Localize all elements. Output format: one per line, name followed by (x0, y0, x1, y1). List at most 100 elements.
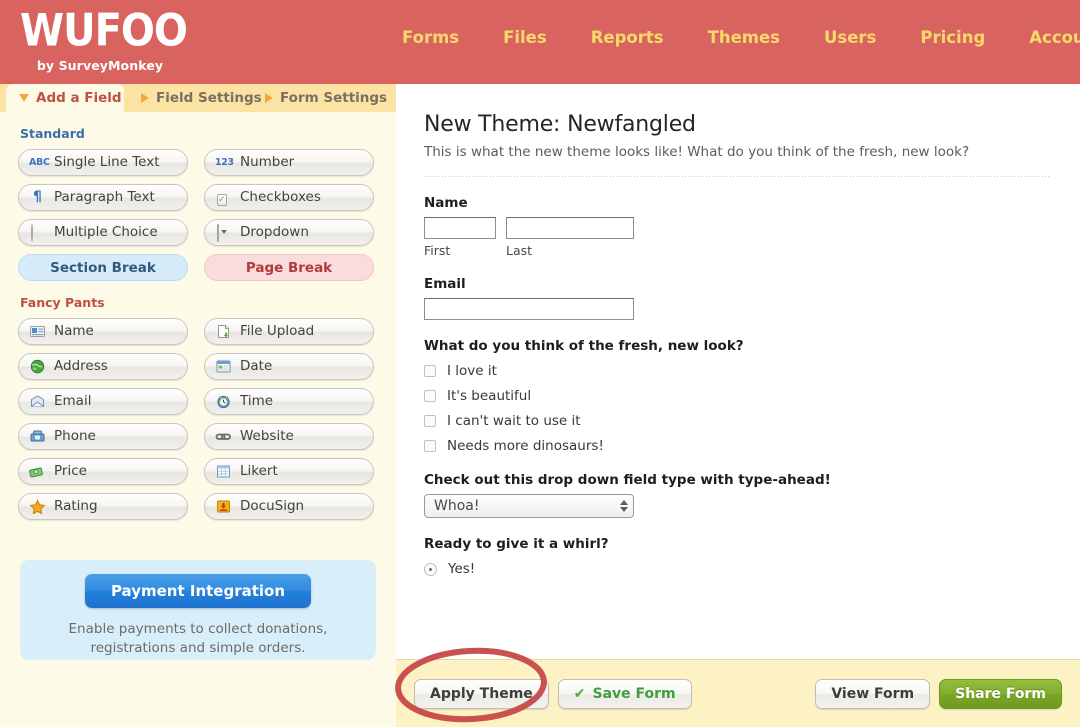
share-form-button[interactable]: Share Form (939, 678, 1062, 709)
nav-item-pricing[interactable]: Pricing (898, 28, 1007, 47)
wufoo-logo[interactable]: WUFOO by SurveyMonkey (20, 5, 188, 73)
field-button-likert[interactable]: Likert (204, 458, 374, 485)
field-button-time[interactable]: Time (204, 388, 374, 415)
field-button-multiple-choice[interactable]: Multiple Choice (18, 219, 188, 246)
star-icon (29, 499, 46, 515)
form-preview-area: New Theme: Newfangled This is what the n… (396, 84, 1080, 659)
typeahead-dropdown[interactable]: Whoa! (424, 494, 634, 518)
builder-tabbar: Add a Field Field Settings Form Settings (0, 84, 396, 112)
radio-circle-icon (29, 224, 46, 242)
calendar-icon (215, 359, 232, 374)
field-button-label: Checkboxes (240, 188, 321, 205)
table-grid-icon (215, 464, 232, 479)
field-button-paragraph-text[interactable]: ¶ Paragraph Text (18, 184, 188, 211)
fancy-pants-section-heading: Fancy Pants (20, 295, 105, 310)
globe-icon (29, 359, 46, 374)
nav-item-users[interactable]: Users (802, 28, 898, 47)
field-button-page-break[interactable]: Page Break (204, 254, 374, 281)
dropdown-selected-value: Whoa! (434, 498, 480, 514)
nav-item-forms[interactable]: Forms (380, 28, 481, 47)
apply-theme-button[interactable]: Apply Theme (414, 678, 549, 709)
money-icon (29, 464, 46, 479)
email-input[interactable] (424, 298, 634, 320)
checkbox-icon[interactable] (424, 390, 436, 402)
field-button-label: File Upload (240, 322, 315, 339)
form-field-email: Email (424, 276, 1050, 320)
telephone-icon (29, 429, 46, 444)
field-button-label: DocuSign (240, 497, 305, 514)
field-button-checkboxes[interactable]: ✓ Checkboxes (204, 184, 374, 211)
field-button-label: Rating (54, 497, 98, 514)
checkbox-icon[interactable] (424, 440, 436, 452)
field-label: Check out this drop down field type with… (424, 472, 831, 488)
checkbox-icon[interactable] (424, 365, 436, 377)
download-arrow-icon (215, 499, 232, 514)
option-label: I can't wait to use it (447, 413, 581, 429)
triangle-right-icon (265, 93, 273, 103)
field-button-number[interactable]: 123 Number (204, 149, 374, 176)
dropdown-icon (215, 224, 232, 242)
field-button-name[interactable]: Name (18, 318, 188, 345)
field-button-date[interactable]: Date (204, 353, 374, 380)
abc-icon: ABC (29, 157, 50, 168)
field-button-label: Time (240, 392, 274, 409)
field-button-website[interactable]: Website (204, 423, 374, 450)
stepper-arrows-icon[interactable] (620, 500, 628, 512)
field-button-label: Website (240, 427, 294, 444)
alarm-clock-icon (215, 394, 232, 409)
envelope-icon (29, 394, 46, 409)
field-button-section-break[interactable]: Section Break (18, 254, 188, 281)
field-button-address[interactable]: Address (18, 353, 188, 380)
logo-wordmark: WUFOO (20, 5, 188, 57)
nav-item-reports[interactable]: Reports (569, 28, 686, 47)
checkbox-option-its-beautiful[interactable]: It's beautiful (424, 388, 1050, 404)
field-button-label: Address (54, 357, 108, 374)
tab-label: Field Settings (156, 90, 262, 106)
field-button-email[interactable]: Email (18, 388, 188, 415)
field-button-label: Single Line Text (54, 153, 160, 170)
payment-integration-panel: Payment Integration Enable payments to c… (20, 560, 376, 660)
option-label: Needs more dinosaurs! (447, 438, 604, 454)
form-description: This is what the new theme looks like! W… (424, 144, 970, 160)
first-name-input[interactable] (424, 217, 496, 239)
standard-field-grid: ABC Single Line Text 123 Number ¶ Paragr… (0, 149, 396, 281)
tab-add-a-field[interactable]: Add a Field (6, 84, 124, 112)
checkbox-option-i-love-it[interactable]: I love it (424, 363, 1050, 379)
app-header: WUFOO by SurveyMonkey Forms Files Report… (0, 0, 1080, 84)
triangle-down-icon (19, 94, 29, 102)
radio-button-icon[interactable] (424, 562, 437, 576)
option-label: I love it (447, 363, 497, 379)
standard-section-heading: Standard (20, 126, 85, 141)
checkbox-icon[interactable] (424, 415, 436, 427)
nav-item-files[interactable]: Files (481, 28, 569, 47)
fancy-field-grid: Name File Upload Address Date Email Time… (0, 318, 396, 520)
field-button-phone[interactable]: Phone (18, 423, 188, 450)
nav-item-account[interactable]: Account (1007, 28, 1080, 47)
radio-option-yes[interactable]: Yes! (424, 561, 1050, 577)
nav-item-themes[interactable]: Themes (686, 28, 802, 47)
form-field-name: Name First Last (424, 195, 1050, 258)
view-form-button[interactable]: View Form (815, 678, 931, 709)
save-form-button[interactable]: ✔ Save Form (557, 678, 692, 709)
payment-integration-button[interactable]: Payment Integration (84, 574, 312, 608)
field-button-label: Price (54, 462, 87, 479)
field-button-single-line-text[interactable]: ABC Single Line Text (18, 149, 188, 176)
checkbox-option-cant-wait[interactable]: I can't wait to use it (424, 413, 1050, 429)
checkbox-option-more-dinosaurs[interactable]: Needs more dinosaurs! (424, 438, 1050, 454)
contact-card-icon (29, 324, 46, 339)
tab-form-settings[interactable]: Form Settings (252, 84, 400, 112)
field-button-rating[interactable]: Rating (18, 493, 188, 520)
form-field-dropdown-question: Check out this drop down field type with… (424, 472, 1050, 518)
field-button-label: Phone (54, 427, 96, 444)
option-label: It's beautiful (447, 388, 532, 404)
payment-integration-description: Enable payments to collect donations, re… (69, 620, 328, 658)
form-field-radio-question: Ready to give it a whirl? Yes! (424, 536, 1050, 577)
field-palette-sidebar: Standard ABC Single Line Text 123 Number… (0, 112, 396, 727)
field-button-dropdown[interactable]: Dropdown (204, 219, 374, 246)
field-button-label: Dropdown (240, 223, 309, 240)
field-button-docusign[interactable]: DocuSign (204, 493, 374, 520)
field-button-price[interactable]: Price (18, 458, 188, 485)
field-button-file-upload[interactable]: File Upload (204, 318, 374, 345)
field-button-label: Paragraph Text (54, 188, 155, 205)
last-name-input[interactable] (506, 217, 634, 239)
